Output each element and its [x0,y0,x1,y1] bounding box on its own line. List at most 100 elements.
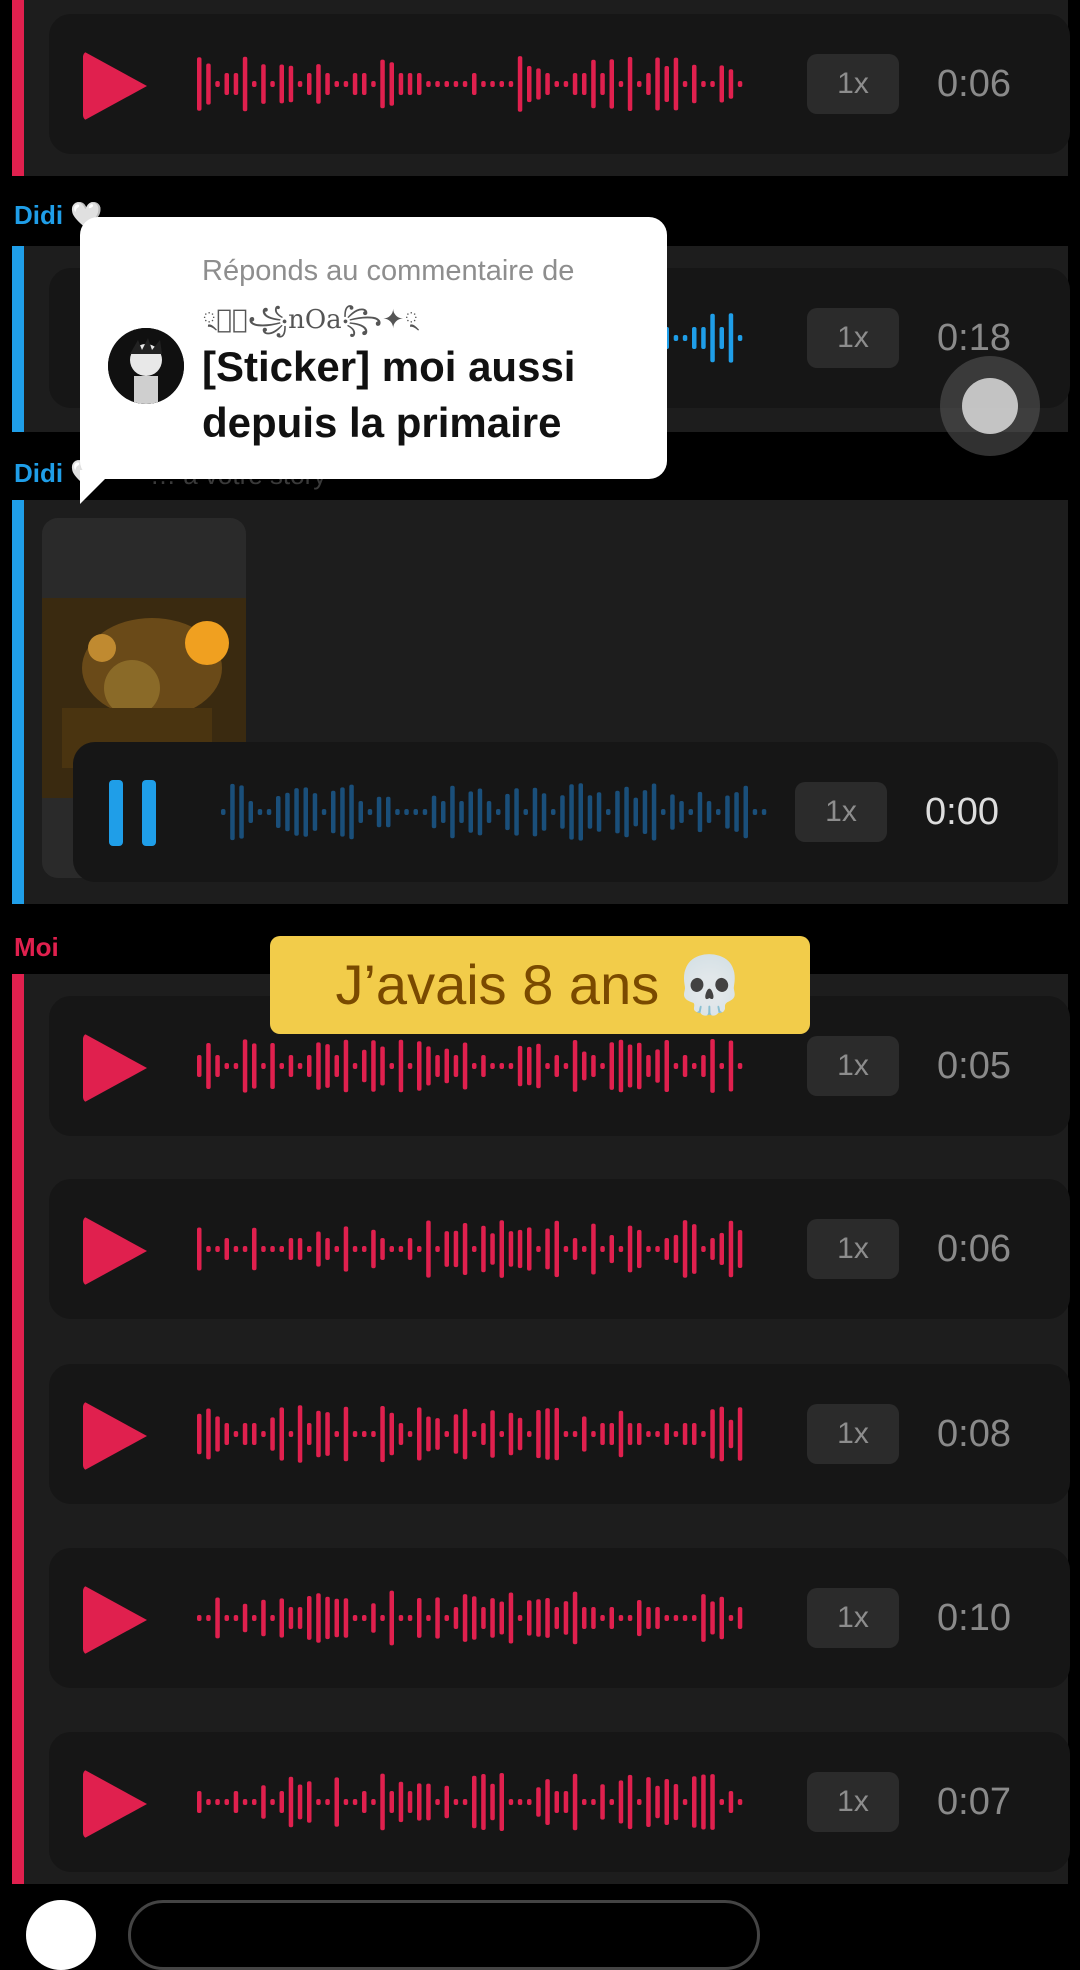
waveform-bar [692,1776,697,1828]
waveform-bar [719,327,724,349]
waveform-bar [316,1410,321,1458]
waveform-bar [453,1607,459,1629]
waveform-bar [642,790,648,834]
voice-message-m1[interactable]: 1x 0:06 [49,14,1070,154]
waveform-bar [637,1799,642,1805]
waveform[interactable] [197,49,747,119]
waveform-bar [670,794,675,830]
bottom-avatar[interactable] [26,1900,96,1970]
playback-speed-button[interactable]: 1x [807,1772,899,1832]
waveform-bar [706,801,712,823]
waveform-bar [673,1063,679,1069]
playback-speed-button[interactable]: 1x [807,54,899,114]
playback-speed-button[interactable]: 1x [795,782,887,842]
waveform-bar [349,784,354,840]
waveform[interactable] [197,1214,747,1284]
waveform-bar [637,1423,642,1445]
assistive-touch-button[interactable] [940,356,1040,456]
waveform[interactable] [197,1767,747,1837]
waveform-bar [472,1246,477,1252]
play-icon[interactable] [83,1216,147,1286]
waveform-bar [554,81,559,87]
waveform-bar [197,1615,202,1621]
waveform-bar [261,64,266,104]
waveform-bar [508,1231,514,1267]
waveform-bar [563,1601,569,1635]
waveform-bar [536,1410,541,1459]
playback-speed-button[interactable]: 1x [807,1404,899,1464]
waveform-bar [206,1799,211,1805]
waveform-bar [358,801,363,823]
waveform-bar [481,1774,486,1830]
voice-message-m3[interactable]: 1x 0:00 [73,742,1058,882]
waveform-bar [215,1416,220,1452]
waveform-bar [637,1042,642,1090]
voice-message-m8[interactable]: 1x 0:07 [49,1732,1070,1872]
waveform-bar [637,81,642,87]
waveform-bar [252,81,257,87]
waveform-bar [242,1039,248,1093]
playback-speed-button[interactable]: 1x [807,1036,899,1096]
waveform-bar [618,1780,624,1824]
waveform-bar [197,1055,202,1077]
play-icon[interactable] [83,1401,147,1471]
waveform-bar [609,1799,614,1805]
waveform[interactable] [221,777,771,847]
waveform-bar [297,1238,303,1260]
waveform-bar [233,1431,239,1437]
waveform-bar [343,1799,349,1805]
waveform-bar [655,1785,660,1819]
waveform-bar [294,788,299,836]
waveform-bar [453,1230,459,1268]
waveform-bar [545,1598,550,1638]
waveform-bar [710,1601,715,1635]
waveform-bar [270,1043,275,1089]
waveform-bar [728,1615,734,1621]
waveform-bar [224,1615,229,1621]
waveform-bar [673,57,679,111]
play-icon[interactable] [83,1769,147,1839]
sender-color-bar [12,0,24,176]
waveform-bar [197,1791,202,1813]
waveform-bar [682,81,688,87]
comment-input[interactable] [128,1900,760,1970]
waveform-bar [737,1230,743,1268]
waveform-bar [450,785,455,839]
duration-label: 0:08 [937,1413,1011,1455]
play-icon[interactable] [83,1585,147,1655]
play-icon[interactable] [83,51,147,121]
play-icon[interactable] [83,1033,147,1103]
waveform-bar [655,1431,660,1437]
voice-message-m5[interactable]: 1x 0:06 [49,1179,1070,1319]
waveform-bar [462,1799,468,1805]
waveform-bar [719,1063,724,1069]
waveform-bar [398,1781,404,1823]
waveform-bar [362,1431,367,1437]
waveform-bar [578,783,583,841]
waveform-bar [517,1615,523,1621]
pause-icon[interactable] [109,780,159,846]
waveform-bar [279,64,284,104]
caption-text: J’avais 8 ans [335,953,660,1016]
waveform-bar [646,1431,651,1437]
waveform-bar [496,809,501,815]
playback-speed-button[interactable]: 1x [807,1588,899,1648]
waveform-bar [435,1597,440,1639]
waveform-bar [435,1055,440,1077]
waveform-bar [582,73,587,95]
voice-message-m6[interactable]: 1x 0:08 [49,1364,1070,1504]
waveform-bar [734,792,739,832]
voice-message-m7[interactable]: 1x 0:10 [49,1548,1070,1688]
playback-speed-button[interactable]: 1x [807,308,899,368]
waveform-bar [646,1246,651,1252]
waveform[interactable] [197,1399,747,1469]
waveform[interactable] [197,1031,747,1101]
waveform-bar [334,1431,339,1437]
playback-speed-button[interactable]: 1x [807,1219,899,1279]
waveform-bar [554,1220,559,1278]
waveform-bar [692,327,697,349]
waveform-bar [688,809,693,815]
waveform[interactable] [197,1583,747,1653]
waveform-bar [325,73,330,95]
waveform-bar [536,1787,541,1817]
